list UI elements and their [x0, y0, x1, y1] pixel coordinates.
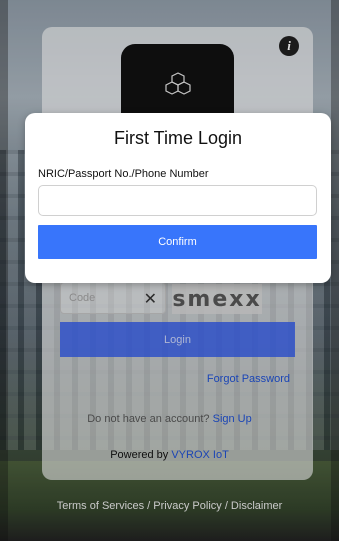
id-field-label: NRIC/Passport No./Phone Number: [38, 168, 209, 180]
first-time-login-dialog: First Time Login NRIC/Passport No./Phone…: [25, 113, 331, 283]
id-input[interactable]: [38, 185, 317, 216]
confirm-button[interactable]: Confirm: [38, 225, 317, 259]
dialog-title: First Time Login: [113, 128, 243, 148]
